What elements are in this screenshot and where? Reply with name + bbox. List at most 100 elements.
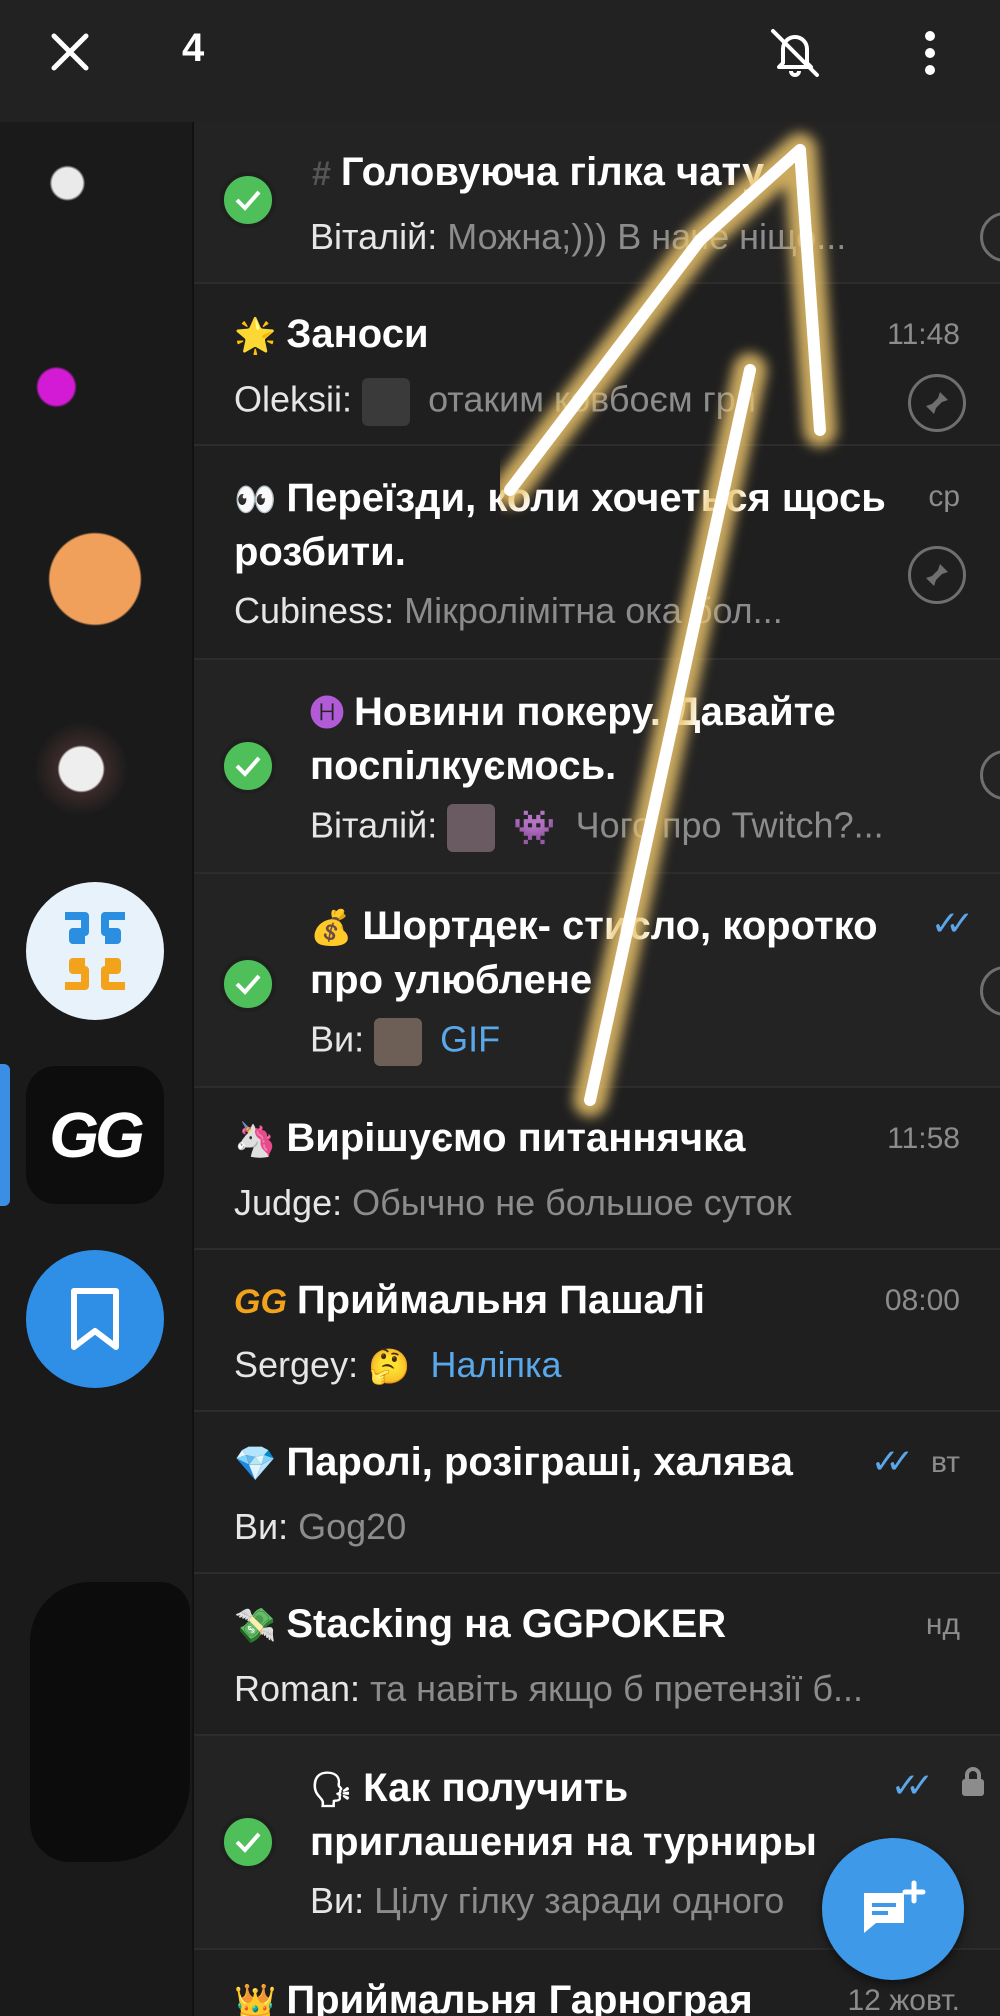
read-ticks-icon: ✓✓ [891,1767,934,1805]
chat-preview: Наліпка [430,1344,562,1385]
chat-title: Как получить приглашения на турниры [310,1766,817,1865]
chat-row[interactable]: # Головуюча гілка чату Віталій: Можна;)))… [194,122,1000,284]
selected-count: 4 [182,26,205,70]
chat-sender: Sergey: [234,1344,359,1385]
chat-preview: Обычно не большое суток [352,1182,792,1223]
h-badge-icon: 🅗 [310,695,344,734]
chat-row[interactable]: 👀 Переїзди, коли хочеться щось розбити. с… [194,446,1000,660]
selected-check-icon [220,956,276,1012]
active-folder-indicator [0,1064,10,1206]
chat-time: 11:48 [887,318,960,351]
chat-time: 08:00 [884,1284,960,1317]
pin-icon [908,546,966,604]
chat-time: 11:58 [887,1122,960,1155]
hash-icon: # [312,154,331,193]
selected-check-icon [220,1814,276,1870]
compose-button[interactable] [822,1838,964,1980]
chat-title: Головуюча гілка чату [340,150,765,194]
folder-saved-messages[interactable] [26,1250,164,1388]
folder-sidebar: GG [0,122,194,2016]
folder-avatar-1[interactable] [26,128,164,266]
read-ticks-icon: ✓✓ [871,1443,914,1481]
compose-icon [864,1880,926,1933]
chat-list: # Головуюча гілка чату Віталій: Можна;)))… [194,122,1000,2016]
folder-poker-club[interactable] [26,882,164,1020]
folder-avatar-4[interactable] [26,700,164,838]
chat-preview: GIF [440,1018,501,1060]
chat-sender: Віталій: [310,804,438,846]
more-menu-button[interactable] [900,18,960,88]
chat-time: ср [928,480,960,513]
mute-icon [771,29,819,77]
mute-button[interactable] [760,18,830,88]
chat-title: Вирішуємо питаннячка [286,1116,746,1160]
chat-row[interactable]: 🌟 Заноси 11:48 Oleksii: отаким ковбоєм гр… [194,284,1000,446]
selection-toolbar: 4 [0,0,1000,122]
close-button[interactable] [40,22,100,82]
chat-time: 12 жовт. [847,1984,961,2016]
folder-ggpoker[interactable]: GG [26,1066,164,1204]
chat-preview: Цілу гілку заради одного [374,1880,785,1921]
chat-title: Stacking на GGPOKER [286,1602,727,1646]
money-wings-icon: 💸 [234,1607,277,1646]
more-vert-icon [925,31,935,75]
chat-row[interactable]: 💸 Stacking на GGPOKER нд Roman: та навіть… [194,1574,1000,1736]
folder-avatar-3[interactable] [26,510,164,648]
chat-title: Паролі, розіграші, халява [286,1440,793,1484]
chat-preview: та навіть якщо б претензії б... [370,1668,864,1709]
selected-check-icon [220,738,276,794]
chat-time: вт [930,1446,960,1479]
pin-icon [908,374,966,432]
media-thumbnail [362,378,411,426]
chat-sender: Oleksii: [234,378,353,420]
chat-preview: Мікролімітна ока бол... [404,590,783,631]
chat-sender: Judge: [234,1182,343,1223]
chat-title: Новини покеру. Давайте поспілкуємось. [310,690,836,789]
chat-title: Переїзди, коли хочеться щось розбити. [234,476,886,575]
selected-check-icon [220,172,276,228]
chat-row[interactable]: 💎 Паролі, розіграші, халява ✓✓ вт Ви: Gog… [194,1412,1000,1574]
star-icon: 🌟 [234,317,277,356]
chat-sender: Cubiness: [234,590,395,631]
chat-sender: Ви: [310,1018,365,1060]
chat-sender: Ви: [310,1880,365,1921]
gg-badge-icon: GG [234,1282,287,1321]
chat-sender: Віталій: [310,216,438,257]
diamond-icon: 💎 [234,1445,277,1484]
close-icon [51,33,89,71]
speaking-head-icon: 🗣 [310,1771,354,1810]
chat-title: Заноси [286,312,429,356]
chat-row[interactable]: 🦄 Вирішуємо питаннячка 11:58 Judge: Обычн… [194,1088,1000,1250]
topic-indicator [980,750,1000,800]
money-bag-icon: 💰 [310,909,353,948]
topic-indicator [980,212,1000,262]
topic-indicator [980,966,1000,1016]
folder-avatar-2[interactable] [26,318,164,456]
chat-time: нд [925,1608,960,1641]
chat-row[interactable]: 🅗 Новини покеру. Давайте поспілкуємось. В… [194,660,1000,874]
chat-preview: Можна;))) В наче ніщо... [447,216,847,257]
decorative-shape [30,1582,190,1862]
chat-sender: Roman: [234,1668,361,1709]
unicorn-icon: 🦄 [234,1121,277,1160]
chat-preview: Чого про Twitch?... [575,804,884,846]
invader-icon: 👾 [513,809,556,847]
read-ticks-icon: ✓✓ [931,905,974,943]
chat-sender: Ви: [234,1506,289,1547]
chat-title: Приймальня Гарнограя [286,1978,753,2016]
ggpoker-logo: GG [49,1099,145,1171]
chat-title: Шортдек- стисло, коротко про улюблене [310,904,878,1003]
chat-preview: Gog20 [298,1506,407,1547]
chat-preview: отаким ковбоєм гри [428,378,756,420]
crown-icon: 👑 [234,1983,277,2016]
chat-row[interactable]: GG Приймальня ПашаЛі 08:00 Sergey: 🤔 Налі… [194,1250,1000,1412]
media-thumbnail [447,804,496,852]
chat-title: Приймальня ПашаЛі [296,1278,705,1322]
thinking-icon: 🤔 [368,1348,411,1387]
lock-icon [962,1767,984,1796]
bookmark-icon [71,1288,119,1350]
media-thumbnail [374,1018,423,1066]
chat-row[interactable]: 💰 Шортдек- стисло, коротко про улюблене ✓… [194,874,1000,1088]
poker-club-logo-icon [65,912,125,990]
eyes-icon: 👀 [234,481,277,520]
